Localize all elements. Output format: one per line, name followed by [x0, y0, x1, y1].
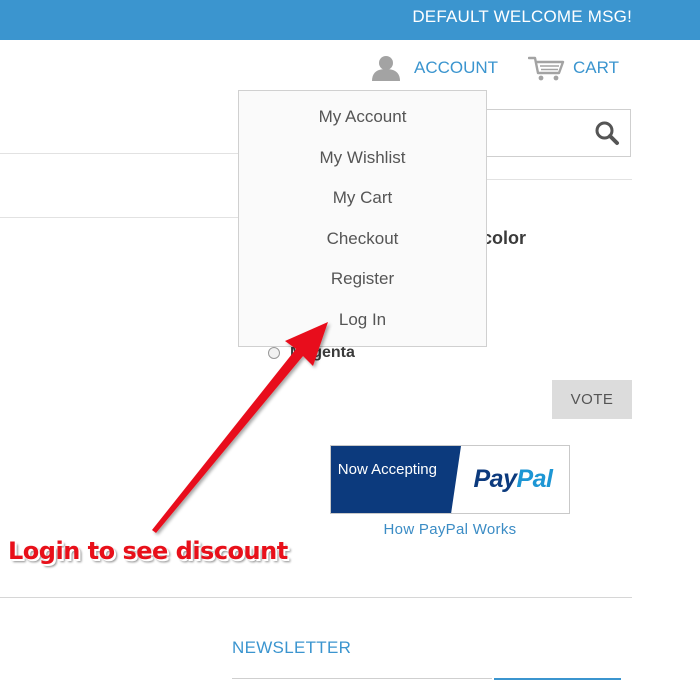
user-icon [370, 55, 402, 81]
paypal-now-accepting-panel: Now Accepting [331, 446, 461, 514]
menu-item-register[interactable]: Register [239, 259, 486, 300]
poll-question: color [482, 228, 527, 248]
menu-item-log-in[interactable]: Log In [239, 300, 486, 341]
newsletter-divider [232, 678, 492, 679]
vote-button[interactable]: VOTE [552, 380, 632, 419]
menu-item-my-account[interactable]: My Account [239, 97, 486, 138]
paypal-logo-pal: Pal [516, 465, 553, 493]
menu-item-my-cart[interactable]: My Cart [239, 178, 486, 219]
poll-option-radio[interactable] [268, 347, 280, 359]
divider [0, 153, 240, 154]
annotation-text: Login to see discount [8, 537, 288, 565]
search-icon[interactable] [594, 120, 620, 151]
search-input[interactable] [470, 109, 631, 157]
cart-link[interactable]: CART [528, 55, 619, 81]
menu-item-my-wishlist[interactable]: My Wishlist [239, 138, 486, 179]
divider [0, 217, 240, 218]
paypal-logo: PayPal [451, 446, 569, 513]
account-dropdown-menu: My Account My Wishlist My Cart Checkout … [238, 90, 487, 347]
cart-label: CART [573, 58, 619, 77]
paypal-panel-edge [451, 446, 461, 514]
newsletter-title: NEWSLETTER [232, 638, 352, 657]
divider [0, 597, 632, 598]
how-paypal-works-link[interactable]: How PayPal Works [330, 521, 570, 538]
paypal-banner[interactable]: Now Accepting PayPal [330, 445, 570, 514]
account-link[interactable]: ACCOUNT [370, 55, 498, 81]
account-label: ACCOUNT [414, 58, 499, 77]
top-bar: DEFAULT WELCOME MSG! [0, 0, 700, 40]
paypal-now-accepting-text: Now Accepting [337, 461, 437, 478]
menu-item-checkout[interactable]: Checkout [239, 219, 486, 260]
welcome-message: DEFAULT WELCOME MSG! [412, 7, 632, 26]
cart-icon [528, 55, 565, 81]
paypal-logo-pay: Pay [473, 465, 517, 493]
divider [487, 179, 632, 180]
